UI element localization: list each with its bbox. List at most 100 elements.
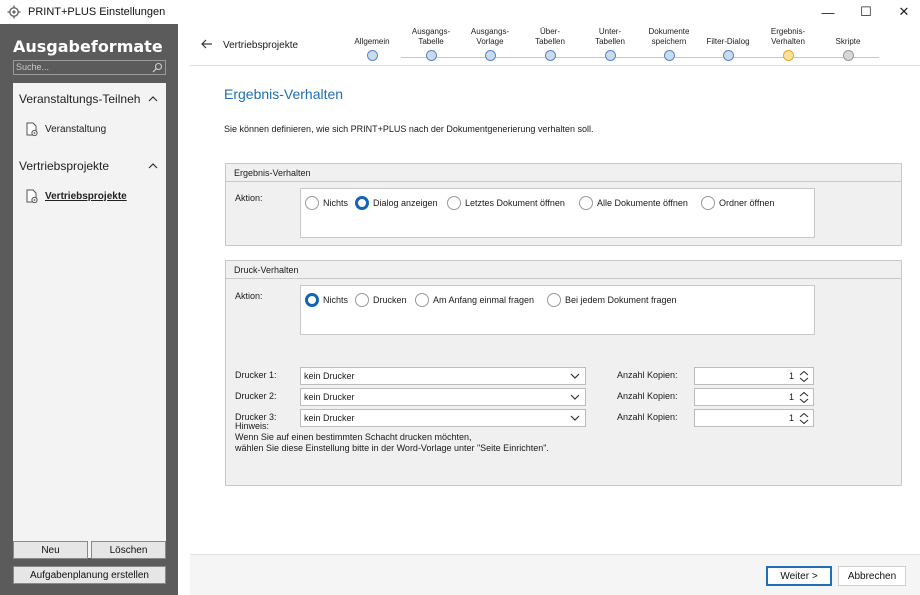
chevron-down-icon[interactable] bbox=[570, 393, 580, 401]
note-title: Hinweis: bbox=[235, 421, 270, 431]
radio-option[interactable]: Drucken bbox=[355, 293, 407, 307]
radio-label: Am Anfang einmal fragen bbox=[433, 295, 535, 305]
printer-select-value: kein Drucker bbox=[304, 392, 355, 402]
radio-option[interactable]: Dialog anzeigen bbox=[355, 196, 438, 210]
radio-button-icon[interactable] bbox=[305, 196, 319, 210]
page-title: Ergebnis-Verhalten bbox=[224, 86, 344, 102]
wizard-step[interactable]: Filter-Dialog bbox=[698, 27, 758, 61]
print-options-box: Nichts Drucken Am Anfang einmal fragen Bei … bbox=[300, 285, 815, 335]
radio-label: Letztes Dokument öffnen bbox=[465, 198, 565, 208]
chevron-up-icon[interactable] bbox=[148, 161, 158, 171]
breadcrumb: Vertriebsprojekte bbox=[223, 40, 299, 51]
main-area: Vertriebsprojekte Allgemein Ausgangs- Tab… bbox=[190, 24, 920, 595]
footer-bar: Weiter > Abbrechen bbox=[190, 554, 920, 595]
sidebar: Ausgabeformate Suche... Veranstaltungs-T… bbox=[0, 24, 178, 595]
radio-label: Ordner öffnen bbox=[719, 198, 775, 208]
copies-stepper[interactable]: 1 bbox=[694, 388, 814, 406]
wizard-step-indicator bbox=[604, 50, 616, 61]
sidebar-heading: Ausgabeformate bbox=[13, 37, 163, 56]
wizard-step[interactable]: Ergebnis- Verhalten bbox=[758, 27, 818, 61]
schedule-task-button[interactable]: Aufgabenplanung erstellen bbox=[13, 566, 166, 584]
wizard-step-label: Filter-Dialog bbox=[706, 37, 750, 46]
wizard-step-indicator bbox=[484, 50, 496, 61]
wizard-step-label: Ergebnis- Verhalten bbox=[770, 27, 806, 46]
radio-label: Dialog anzeigen bbox=[373, 198, 438, 208]
radio-option[interactable]: Nichts bbox=[305, 196, 348, 210]
wizard-step[interactable]: Allgemein bbox=[342, 27, 402, 61]
radio-option[interactable]: Bei jedem Dokument fragen bbox=[547, 293, 677, 307]
copies-value: 1 bbox=[788, 413, 794, 423]
printer-select[interactable]: kein Drucker bbox=[300, 367, 586, 385]
wizard-step-indicator bbox=[544, 50, 556, 61]
radio-button-icon[interactable] bbox=[305, 293, 319, 307]
sidebar-section-vertriebsprojekte[interactable]: Vertriebsprojekte bbox=[19, 159, 159, 173]
wizard-step-label: Ausgangs- Tabelle bbox=[411, 27, 451, 46]
copies-stepper[interactable]: 1 bbox=[694, 367, 814, 385]
chevron-down-icon[interactable] bbox=[570, 414, 580, 422]
stepper-arrows-icon[interactable] bbox=[799, 391, 809, 404]
sidebar-item-vertriebsprojekte[interactable]: Vertriebsprojekte bbox=[25, 189, 127, 204]
printer-label: Drucker 1: bbox=[235, 370, 277, 380]
group-title: Ergebnis-Verhalten bbox=[226, 164, 901, 182]
printer-select-value: kein Drucker bbox=[304, 371, 355, 381]
radio-option[interactable]: Alle Dokumente öffnen bbox=[579, 196, 688, 210]
radio-button-icon[interactable] bbox=[447, 196, 461, 210]
cancel-button[interactable]: Abbrechen bbox=[838, 566, 906, 586]
radio-option[interactable]: Nichts bbox=[305, 293, 348, 307]
intro-text: Sie können definieren, wie sich PRINT+PL… bbox=[224, 124, 594, 134]
copies-label: Anzahl Kopien: bbox=[617, 412, 678, 422]
window-title: PRINT+PLUS Einstellungen bbox=[28, 6, 166, 18]
chevron-down-icon[interactable] bbox=[570, 372, 580, 380]
radio-button-icon[interactable] bbox=[415, 293, 429, 307]
radio-option[interactable]: Ordner öffnen bbox=[701, 196, 774, 210]
radio-option[interactable]: Am Anfang einmal fragen bbox=[415, 293, 534, 307]
copies-label: Anzahl Kopien: bbox=[617, 370, 678, 380]
gear-icon bbox=[7, 5, 21, 19]
sidebar-item-veranstaltung[interactable]: Veranstaltung bbox=[25, 122, 106, 137]
stepper-arrows-icon[interactable] bbox=[799, 412, 809, 425]
wizard-step-indicator bbox=[366, 50, 378, 61]
printer-select-value: kein Drucker bbox=[304, 413, 355, 423]
maximize-button[interactable]: ☐ bbox=[846, 0, 886, 24]
radio-button-icon[interactable] bbox=[355, 196, 369, 210]
printer-select[interactable]: kein Drucker bbox=[300, 388, 586, 406]
wizard-step-indicator bbox=[782, 50, 794, 61]
action-label: Aktion: bbox=[235, 193, 263, 203]
minimize-button[interactable]: — bbox=[808, 0, 848, 24]
stepper-arrows-icon[interactable] bbox=[799, 370, 809, 383]
wizard-step[interactable]: Über- Tabellen bbox=[520, 27, 580, 61]
copies-stepper[interactable]: 1 bbox=[694, 409, 814, 427]
search-icon[interactable] bbox=[152, 62, 163, 73]
close-button[interactable]: ✕ bbox=[884, 0, 920, 24]
print-behavior-group: Druck-Verhalten Aktion: Nichts Drucken Am … bbox=[225, 260, 902, 486]
wizard-step[interactable]: Unter- Tabellen bbox=[580, 27, 640, 61]
wizard-step-indicator bbox=[425, 50, 437, 61]
new-button[interactable]: Neu bbox=[13, 541, 88, 559]
printer-select[interactable]: kein Drucker bbox=[300, 409, 586, 427]
sidebar-section-label: Veranstaltungs-Teilneh bbox=[19, 92, 141, 106]
radio-option[interactable]: Letztes Dokument öffnen bbox=[447, 196, 565, 210]
radio-button-icon[interactable] bbox=[355, 293, 369, 307]
chevron-up-icon[interactable] bbox=[148, 94, 158, 104]
result-options-box: Nichts Dialog anzeigen Letztes Dokument öf… bbox=[300, 188, 815, 238]
wizard-step-label: Über- Tabellen bbox=[535, 27, 565, 46]
radio-label: Bei jedem Dokument fragen bbox=[565, 295, 677, 305]
wizard-step[interactable]: Ausgangs- Tabelle bbox=[401, 27, 461, 61]
back-arrow-icon[interactable] bbox=[200, 37, 214, 51]
copies-value: 1 bbox=[788, 392, 794, 402]
sidebar-section-veranstaltung[interactable]: Veranstaltungs-Teilneh bbox=[19, 92, 159, 106]
copies-label: Anzahl Kopien: bbox=[617, 391, 678, 401]
radio-button-icon[interactable] bbox=[701, 196, 715, 210]
wizard-step-indicator bbox=[663, 50, 675, 61]
search-input[interactable]: Suche... bbox=[13, 60, 166, 75]
wizard-step[interactable]: Ausgangs- Vorlage bbox=[460, 27, 520, 61]
radio-label: Nichts bbox=[323, 198, 349, 208]
radio-button-icon[interactable] bbox=[547, 293, 561, 307]
wizard-step-label: Dokumente speichern bbox=[648, 27, 690, 46]
delete-button[interactable]: Löschen bbox=[91, 541, 166, 559]
radio-button-icon[interactable] bbox=[579, 196, 593, 210]
wizard-step[interactable]: Skripte bbox=[818, 27, 878, 61]
next-button[interactable]: Weiter > bbox=[766, 566, 832, 586]
wizard-step-label: Skripte bbox=[835, 37, 861, 46]
wizard-step[interactable]: Dokumente speichern bbox=[639, 27, 699, 61]
